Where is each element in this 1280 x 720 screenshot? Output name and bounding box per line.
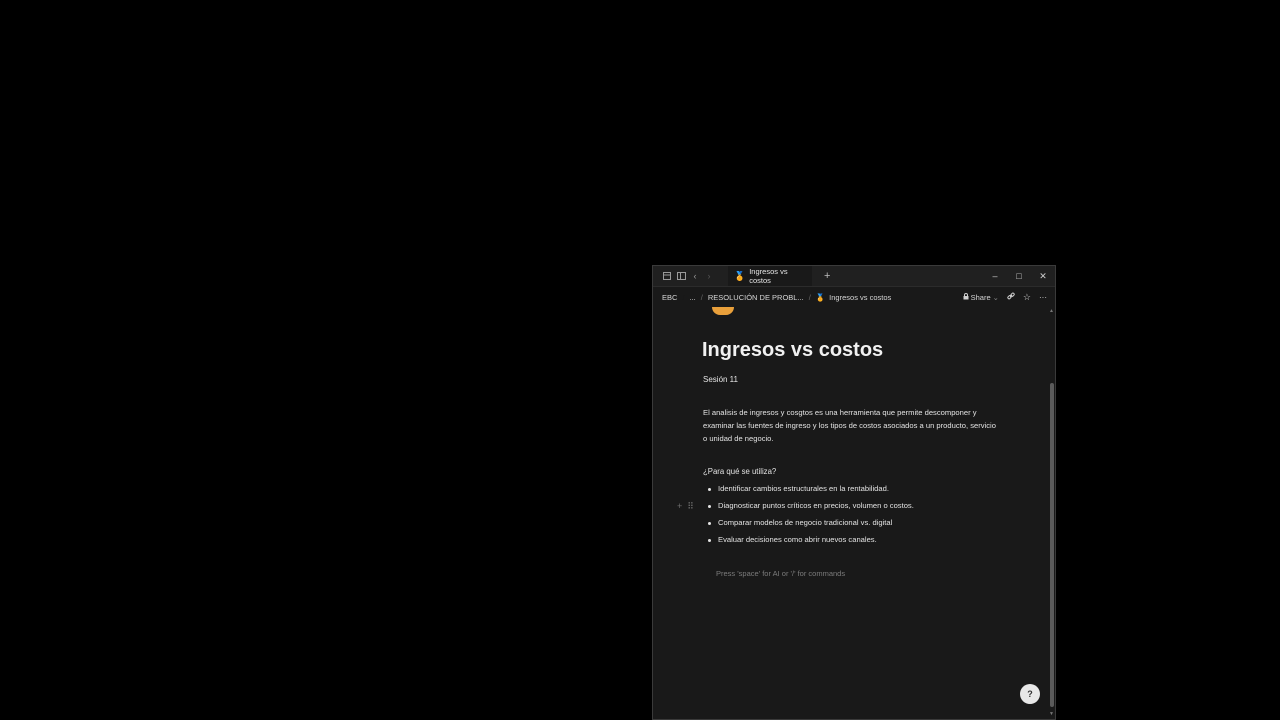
list-item[interactable]: Diagnosticar puntos críticos en precios,… [703,500,1003,517]
medal-icon: 🏅 [815,292,826,302]
bullet-list: Identificar cambios estructurales en la … [703,483,1003,551]
block-handle[interactable]: + ⠿ [677,500,694,512]
scroll-down-icon[interactable]: ▼ [1049,711,1054,717]
forward-icon[interactable]: › [702,269,716,283]
breadcrumb-ellipsis[interactable]: ... [685,293,696,302]
medal-icon: 🏅 [734,270,746,281]
breadcrumb-separator: / [682,292,685,302]
star-icon[interactable]: ☆ [1023,292,1031,303]
scrollbar[interactable]: ▲ ▼ [1048,308,1054,719]
scroll-up-icon[interactable]: ▲ [1049,308,1054,314]
breadcrumb-separator: / [700,292,703,302]
drag-handle-icon[interactable]: ⠿ [687,500,694,512]
page-header-bar: EBC / ... / RESOLUCIÓN DE PROBL... / 🏅 I… [653,287,1055,307]
breadcrumb-current-label: Ingresos vs costos [829,292,892,302]
breadcrumb-parent[interactable]: RESOLUCIÓN DE PROBL... [703,293,804,302]
intro-paragraph[interactable]: El analisis de ingresos y cosgtos es una… [703,407,999,445]
breadcrumb-current[interactable]: 🏅 Ingresos vs costos [811,293,891,302]
list-item[interactable]: Identificar cambios estructurales en la … [703,483,1003,500]
lock-icon [963,292,969,302]
back-icon[interactable]: ‹ [688,269,702,283]
tab-title: Ingresos vs costos [749,267,788,285]
help-label: ? [1027,689,1033,699]
page-icon[interactable] [712,307,734,315]
tab-ingresos-vs-costos[interactable]: 🏅 Ingresos vs costos [728,266,812,286]
breadcrumb-root[interactable]: EBC [653,293,677,302]
new-tab-button[interactable]: + [824,270,830,282]
chevron-down-icon: ⌄ [992,292,999,302]
tabs-icon[interactable] [660,269,674,283]
list-item[interactable]: Comparar modelos de negocio tradicional … [703,517,1003,534]
link-icon[interactable] [1007,292,1015,302]
browser-window: ‹ › 🏅 Ingresos vs costos + – □ ✕ EBC / .… [652,265,1056,720]
add-block-icon[interactable]: + [677,500,682,512]
share-label: Share [970,292,991,302]
page-title[interactable]: Ingresos vs costos [702,339,883,362]
question-heading[interactable]: ¿Para qué se utiliza? [703,467,776,476]
close-button[interactable]: ✕ [1031,271,1055,282]
breadcrumb-separator: / [808,292,811,302]
list-item[interactable]: Evaluar decisiones como abrir nuevos can… [703,534,1003,551]
minimize-button[interactable]: – [983,271,1007,282]
title-bar: ‹ › 🏅 Ingresos vs costos + – □ ✕ [653,266,1055,287]
page-content: Ingresos vs costos Sesión 11 El analisis… [653,307,1045,719]
page-subtitle[interactable]: Sesión 11 [703,375,738,384]
maximize-button[interactable]: □ [1007,271,1031,282]
scroll-thumb[interactable] [1050,383,1054,707]
share-button[interactable]: Share ⌄ [963,293,999,302]
help-button[interactable]: ? [1020,684,1040,704]
sidebar-icon[interactable] [674,269,688,283]
empty-block-placeholder[interactable]: Press 'space' for AI or '/' for commands [716,569,845,578]
more-icon[interactable]: ··· [1039,293,1047,302]
